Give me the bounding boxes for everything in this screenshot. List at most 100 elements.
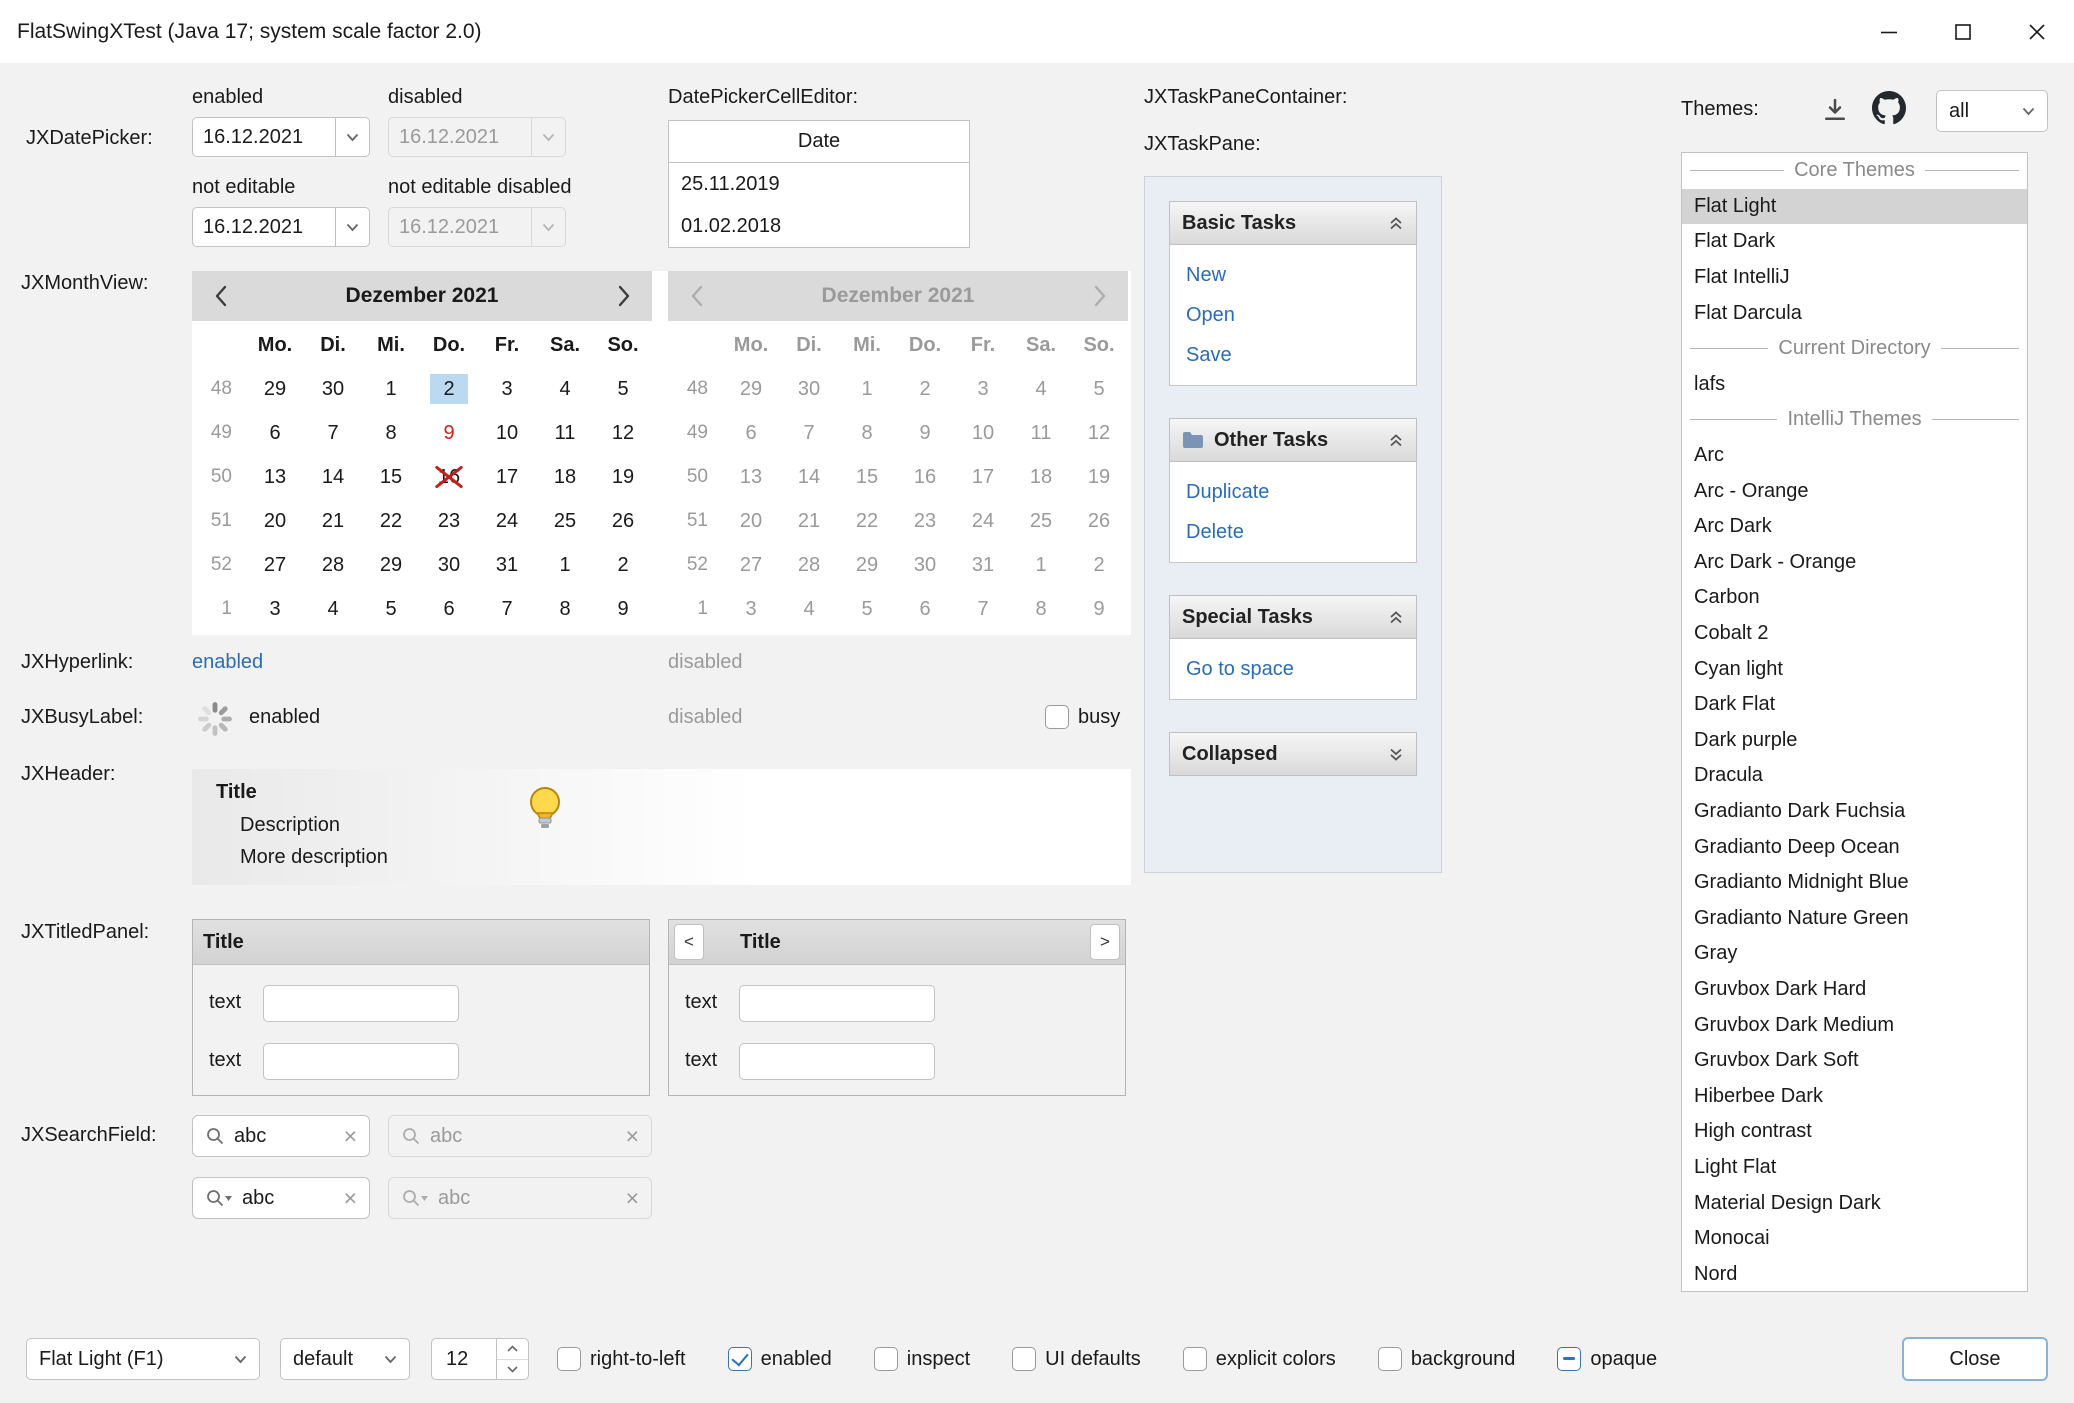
calendar-cell[interactable]: 7 (478, 587, 536, 631)
theme-list-item[interactable]: Flat IntelliJ (1682, 260, 2027, 296)
theme-list-item[interactable]: Core Themes (1682, 153, 2027, 189)
theme-list-item[interactable]: Arc - Orange (1682, 473, 2027, 509)
calendar-cell[interactable]: 10 (478, 411, 536, 455)
calendar-cell[interactable]: Do. (420, 323, 478, 367)
theme-list-item[interactable]: Dark Flat (1682, 687, 2027, 723)
theme-list-item[interactable]: Flat Light (1682, 189, 2027, 225)
collapse-up-icon[interactable] (1388, 610, 1404, 625)
calendar-cell[interactable]: 23 (420, 499, 478, 543)
checkbox-box[interactable] (1183, 1347, 1207, 1371)
calendar-cell[interactable]: Sa. (536, 323, 594, 367)
calendar-cell[interactable]: 1 (536, 543, 594, 587)
themes-filter-combo[interactable]: all (1936, 90, 2048, 132)
clear-icon[interactable]: × (344, 1125, 357, 1148)
theme-list-item[interactable]: Dracula (1682, 758, 2027, 794)
calendar-cell[interactable]: 14 (304, 455, 362, 499)
collapse-up-icon[interactable] (1388, 433, 1404, 448)
task-link[interactable]: Open (1186, 295, 1400, 335)
checkbox-box[interactable] (728, 1347, 752, 1371)
calendar-cell[interactable]: 21 (304, 499, 362, 543)
theme-list-item[interactable]: Gruvbox Dark Medium (1682, 1007, 2027, 1043)
taskpane-title-bar[interactable]: Special Tasks (1169, 595, 1417, 639)
theme-list-item[interactable]: Current Directory (1682, 331, 2027, 367)
close-dialog-button[interactable]: Close (1902, 1337, 2048, 1381)
theme-list-item[interactable]: Arc Dark - Orange (1682, 545, 2027, 581)
search-field-enabled[interactable]: abc × (192, 1115, 370, 1157)
close-button[interactable] (2000, 0, 2074, 63)
option-checkbox[interactable]: inspect (874, 1347, 970, 1371)
taskpane-title-bar[interactable]: Collapsed (1169, 732, 1417, 776)
theme-list-item[interactable]: Gradianto Nature Green (1682, 900, 2027, 936)
github-button[interactable] (1872, 91, 1906, 125)
panel-right-button[interactable]: > (1090, 924, 1120, 960)
calendar-cell[interactable]: 3 (246, 587, 304, 631)
spinner-down-button[interactable] (497, 1359, 528, 1380)
calendar-cell[interactable]: 52 (192, 543, 246, 587)
theme-list-item[interactable]: IntelliJ Themes (1682, 402, 2027, 438)
calendar-cell[interactable]: 15 (362, 455, 420, 499)
datepicker-dropdown-button[interactable] (335, 118, 369, 156)
calendar-cell[interactable]: 19 (594, 455, 652, 499)
theme-list-item[interactable]: Monocai (1682, 1221, 2027, 1257)
theme-list-item[interactable]: lafs (1682, 367, 2027, 403)
calendar-cell[interactable]: Mo. (246, 323, 304, 367)
calendar-cell[interactable]: 50 (192, 455, 246, 499)
calendar-cell[interactable]: 9 (594, 587, 652, 631)
theme-list-item[interactable]: Hiberbee Dark (1682, 1078, 2027, 1114)
theme-list-item[interactable]: Light Flat (1682, 1150, 2027, 1186)
calendar-cell[interactable]: So. (594, 323, 652, 367)
calendar-cell[interactable]: 30 (304, 367, 362, 411)
calendar-cell[interactable] (192, 323, 246, 367)
next-month-button[interactable] (596, 271, 652, 321)
text-input[interactable] (739, 1043, 935, 1080)
search-input[interactable]: abc (242, 1187, 335, 1210)
font-size-spinner[interactable]: 12 (431, 1338, 529, 1380)
checkbox-box[interactable] (1378, 1347, 1402, 1371)
busy-checkbox[interactable]: busy (1045, 705, 1120, 729)
calendar-cell[interactable]: 28 (304, 543, 362, 587)
calendar-cell[interactable]: 30 (420, 543, 478, 587)
calendar-cell[interactable]: 8 (536, 587, 594, 631)
theme-list-item[interactable]: Gradianto Dark Fuchsia (1682, 794, 2027, 830)
hyperlink-enabled[interactable]: enabled (192, 651, 263, 674)
calendar-cell[interactable]: 26 (594, 499, 652, 543)
calendar-cell[interactable]: 17 (478, 455, 536, 499)
datepicker-value[interactable]: 16.12.2021 (193, 126, 335, 149)
panel-left-button[interactable]: < (674, 924, 704, 960)
task-link[interactable]: Delete (1186, 512, 1400, 552)
search-field-with-menu[interactable]: abc × (192, 1177, 370, 1219)
text-input[interactable] (263, 1043, 459, 1080)
calendar-cell[interactable]: 3 (478, 367, 536, 411)
clear-icon[interactable]: × (344, 1187, 357, 1210)
theme-list-item[interactable]: Gruvbox Dark Soft (1682, 1043, 2027, 1079)
calendar-cell[interactable]: 20 (246, 499, 304, 543)
theme-list-item[interactable]: Gruvbox Dark Hard (1682, 972, 2027, 1008)
calendar-cell[interactable]: 16 (420, 455, 478, 499)
theme-list-item[interactable]: High contrast (1682, 1114, 2027, 1150)
calendar-cell[interactable]: 12 (594, 411, 652, 455)
theme-list-item[interactable]: Gradianto Deep Ocean (1682, 829, 2027, 865)
option-checkbox[interactable]: explicit colors (1183, 1347, 1336, 1371)
previous-month-button[interactable] (192, 271, 248, 321)
datepicker-enabled[interactable]: 16.12.2021 (192, 117, 370, 157)
theme-list-item[interactable]: Dark purple (1682, 723, 2027, 759)
calendar-cell[interactable]: 48 (192, 367, 246, 411)
calendar-cell[interactable]: 4 (304, 587, 362, 631)
calendar-cell[interactable]: 18 (536, 455, 594, 499)
checkbox-box[interactable] (1045, 705, 1069, 729)
theme-list-item[interactable]: Arc Dark (1682, 509, 2027, 545)
spinner-up-button[interactable] (497, 1339, 528, 1359)
calendar-cell[interactable]: Mi. (362, 323, 420, 367)
text-input[interactable] (739, 985, 935, 1022)
search-menu-icon[interactable] (205, 1188, 233, 1208)
calendar-cell[interactable]: 51 (192, 499, 246, 543)
datepicker-not-editable[interactable]: 16.12.2021 (192, 207, 370, 247)
calendar-cell[interactable]: 1 (362, 367, 420, 411)
calendar-cell[interactable]: Di. (304, 323, 362, 367)
collapse-down-icon[interactable] (1388, 747, 1404, 762)
theme-list-item[interactable]: Nord (1682, 1256, 2027, 1292)
minimize-button[interactable] (1852, 0, 1926, 63)
theme-list-item[interactable]: Cyan light (1682, 651, 2027, 687)
calendar-cell[interactable]: 31 (478, 543, 536, 587)
checkbox-box[interactable] (1557, 1347, 1581, 1371)
